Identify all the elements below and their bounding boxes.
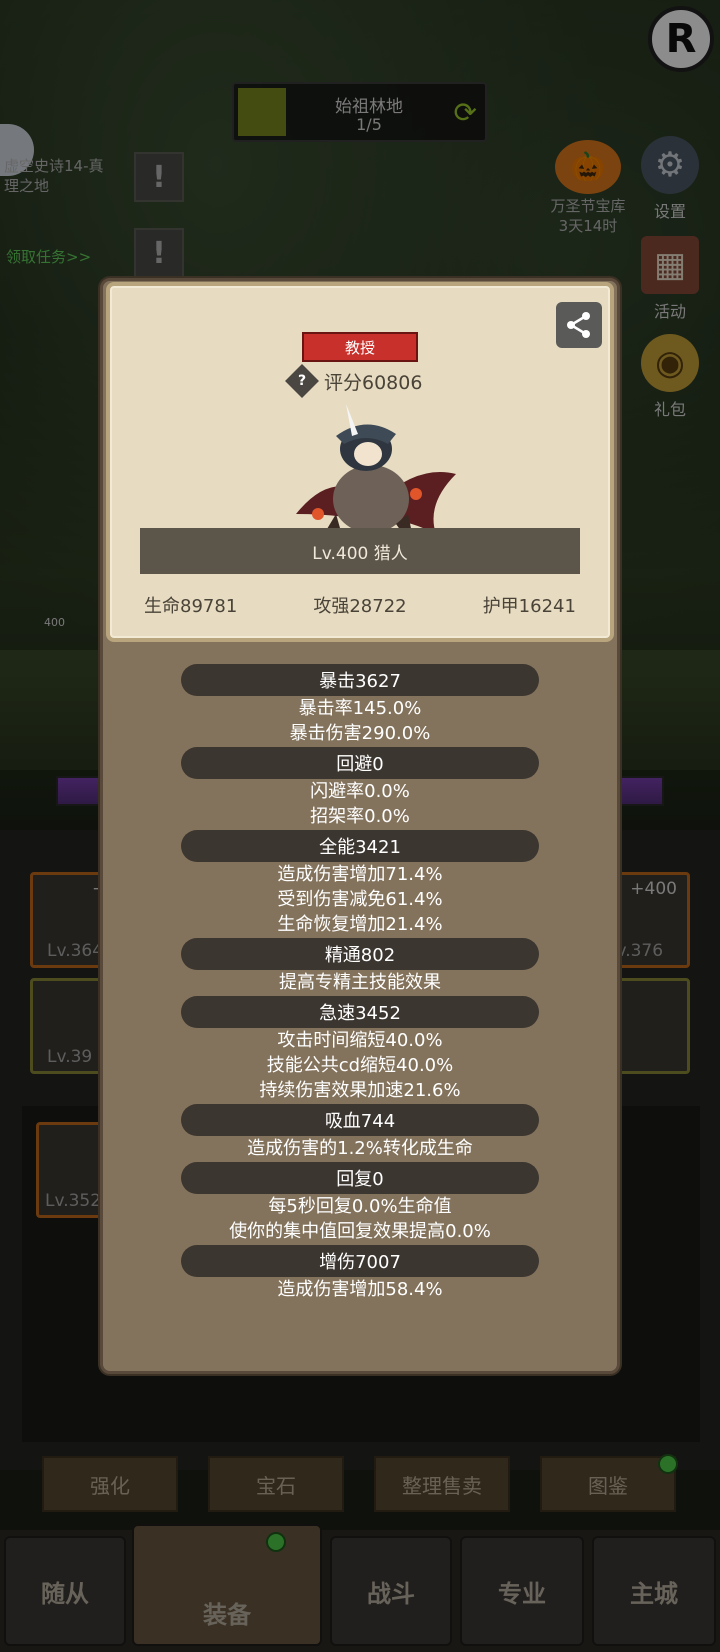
stat-group: 急速3452 攻击时间缩短40.0% 技能公共cd缩短40.0% 持续伤害效果加速21… — [100, 996, 620, 1103]
stat-detail: 招架率0.0% — [310, 806, 410, 827]
armor-stat: 护甲16241 — [482, 596, 576, 617]
stat-detail: 闪避率0.0% — [310, 781, 410, 802]
stat-detail: 每5秒回复0.0%生命值 — [268, 1196, 452, 1217]
stat-detail: 暴击伤害290.0% — [289, 723, 431, 744]
stat-group: 吸血744 造成伤害的1.2%转化成生命 — [100, 1104, 620, 1161]
stat-header: 回避0 — [181, 747, 539, 779]
hp-stat: 生命89781 — [144, 596, 238, 617]
stat-header: 急速3452 — [181, 996, 539, 1028]
stat-header: 回复0 — [181, 1162, 539, 1194]
core-stats: 生命89781 攻强28722 护甲16241 — [106, 592, 614, 618]
stat-header: 吸血744 — [181, 1104, 539, 1136]
stat-group: 增伤7007 造成伤害增加58.4% — [100, 1245, 620, 1302]
hero-name-bar: Lv.400 猎人 — [140, 528, 580, 574]
secondary-stats-list: 暴击3627 暴击率145.0% 暴击伤害290.0% 回避0 闪避率0.0% 招架率0.… — [100, 664, 620, 1303]
stat-group: 回复0 每5秒回复0.0%生命值使你的集中值回复效果提高0.0% — [100, 1162, 620, 1244]
attack-stat: 攻强28722 — [313, 596, 407, 617]
stat-detail: 造成伤害增加58.4% — [277, 1279, 443, 1300]
stat-detail: 使你的集中值回复效果提高0.0% — [229, 1221, 491, 1242]
stat-detail: 生命恢复增加21.4% — [277, 914, 443, 935]
stat-header: 增伤7007 — [181, 1245, 539, 1277]
score-value: 评分60806 — [324, 371, 423, 394]
stat-detail: 暴击率145.0% — [298, 698, 422, 719]
stat-group: 精通802 提高专精主技能效果 — [100, 938, 620, 995]
share-button[interactable] — [556, 302, 602, 348]
stat-detail: 持续伤害效果加速21.6% — [259, 1080, 461, 1101]
help-icon[interactable]: ? — [285, 364, 319, 398]
stat-detail: 受到伤害减免61.4% — [277, 889, 443, 910]
stat-header: 全能3421 — [181, 830, 539, 862]
stat-header: 精通802 — [181, 938, 539, 970]
stat-detail: 造成伤害增加71.4% — [277, 864, 443, 885]
stat-group: 回避0 闪避率0.0% 招架率0.0% — [100, 747, 620, 829]
stat-detail: 提高专精主技能效果 — [279, 972, 441, 993]
stat-header: 暴击3627 — [181, 664, 539, 696]
stat-detail: 攻击时间缩短40.0% — [277, 1030, 443, 1051]
stat-detail: 造成伤害的1.2%转化成生命 — [247, 1138, 473, 1159]
title-badge: 教授 — [302, 332, 418, 362]
stat-detail: 技能公共cd缩短40.0% — [266, 1055, 454, 1076]
share-icon — [567, 312, 590, 338]
stat-group: 全能3421 造成伤害增加71.4% 受到伤害减免61.4% 生命恢复增加21.4% — [100, 830, 620, 937]
score-row: ? 评分60806 — [285, 364, 423, 398]
stat-group: 暴击3627 暴击率145.0% 暴击伤害290.0% — [100, 664, 620, 746]
